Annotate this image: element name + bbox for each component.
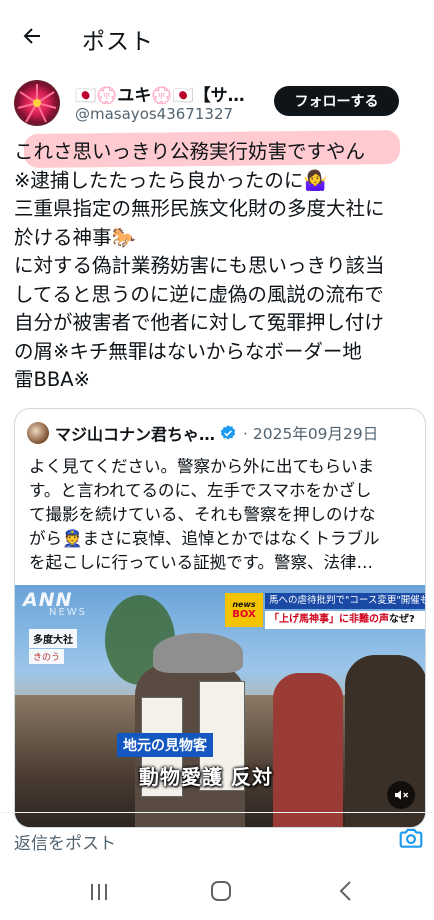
chevron-left-icon[interactable] xyxy=(336,880,356,902)
quoted-post-header: マジ山コナン君ちゃ… · 2025年09月29日 xyxy=(27,421,417,445)
location-label: 多度大社 xyxy=(29,629,77,648)
quoted-post-date: · 2025年09月29日 xyxy=(243,425,379,443)
post-text: これさ思いっきり公務実行妨害ですやん ※逮捕したたったら良かったのに🤷‍♀️ 三… xyxy=(14,140,385,391)
camera-icon xyxy=(399,828,423,848)
location-time-label: きのう xyxy=(29,649,65,664)
video-thumbnail[interactable]: ANN NEWS 多度大社 きのう news BOX 馬への虐待批判で"コース変… xyxy=(15,585,425,827)
arrow-left-icon xyxy=(23,28,40,44)
page-title: ポスト xyxy=(82,29,154,55)
newsbox-logo: news BOX xyxy=(225,593,263,627)
camera-button[interactable] xyxy=(398,825,424,851)
video-subtitle: 動物愛護 反対 xyxy=(139,765,273,789)
follow-button[interactable]: フォローする xyxy=(274,86,399,116)
quoted-author-name: マジ山コナン君ちゃ… xyxy=(55,425,216,444)
quoted-post-text: よく見てください。警察から外に出てもらいま す。と言われてるのに、左手でスマホを… xyxy=(29,457,380,572)
home-icon[interactable] xyxy=(210,880,232,902)
quoted-avatar xyxy=(27,422,49,444)
quoted-post[interactable]: マジ山コナン君ちゃ… · 2025年09月29日 よく見てください。警察から外に… xyxy=(14,408,426,828)
reply-input[interactable]: 返信をポスト xyxy=(14,829,116,854)
avatar[interactable] xyxy=(14,80,60,126)
post-author: 🇯🇵💮ユキ💮🇯🇵【サ… @masayos43671327 フォローする xyxy=(0,78,434,132)
person-right xyxy=(345,655,425,827)
top-bar: ポスト xyxy=(0,0,434,72)
ann-news-label: NEWS xyxy=(49,607,88,618)
news-headline-top: 馬への虐待批判で"コース変更"開催も… xyxy=(265,593,425,609)
reply-bar: 返信をポスト xyxy=(0,812,434,864)
back-button[interactable] xyxy=(18,22,46,50)
author-display-name[interactable]: 🇯🇵💮ユキ💮🇯🇵【サ… xyxy=(75,81,265,106)
news-headline-main: 「上げ馬神事」に非難の声なぜ? xyxy=(265,611,425,629)
recent-apps-icon[interactable] xyxy=(88,882,110,902)
person-red-shirt xyxy=(273,673,343,827)
mute-icon xyxy=(395,790,409,800)
verified-badge-icon xyxy=(220,425,236,440)
system-nav-bar xyxy=(0,864,434,920)
protester-hat xyxy=(153,633,243,673)
mute-button[interactable] xyxy=(387,781,415,809)
video-caption-label: 地元の見物客 xyxy=(117,733,213,757)
author-handle[interactable]: @masayos43671327 xyxy=(75,105,233,123)
